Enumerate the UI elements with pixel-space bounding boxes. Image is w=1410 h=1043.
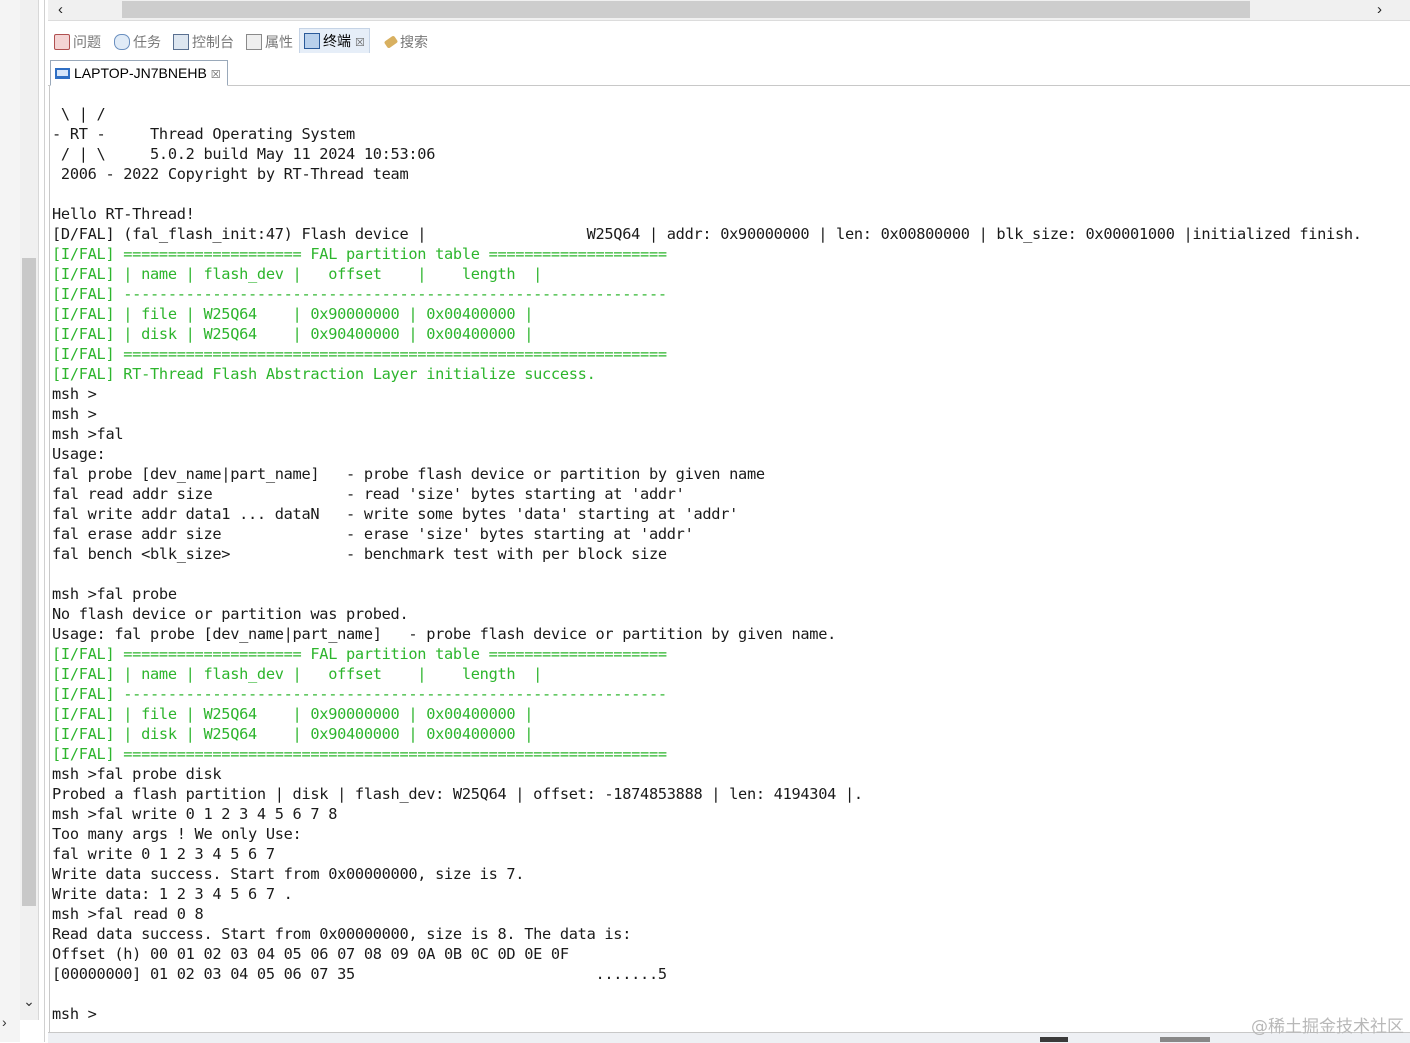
terminal-line: \ | / <box>52 105 106 123</box>
watermark: @稀土掘金技术社区 <box>1251 1017 1404 1037</box>
terminal-session-title: LAPTOP-JN7BNEHB <box>74 65 207 81</box>
tab-search-label: 搜索 <box>400 34 428 50</box>
terminal-line: [I/FAL] | file | W25Q64 | 0x90000000 | 0… <box>52 305 534 323</box>
terminal-line: [I/FAL] --------------------------------… <box>52 685 667 703</box>
vertical-scrollbar[interactable]: ⌄ <box>20 0 39 1020</box>
terminal-line: [I/FAL] RT-Thread Flash Abstraction Laye… <box>52 365 596 383</box>
terminal-line: msh >fal <box>52 425 124 443</box>
terminal-icon <box>304 33 320 50</box>
terminal-line: [I/FAL] | file | W25Q64 | 0x90000000 | 0… <box>52 705 534 723</box>
terminal-line: [D/FAL] (fal_flash_init:47) Flash device… <box>52 225 1362 243</box>
terminal-line: - RT - Thread Operating System <box>52 125 355 143</box>
properties-icon <box>246 34 262 51</box>
terminal-line: Offset (h) 00 01 02 03 04 05 06 07 08 09… <box>52 945 569 963</box>
horizontal-scrollbar-thumb[interactable] <box>122 1 1250 18</box>
vertical-scrollbar-thumb[interactable] <box>22 258 36 906</box>
terminal-line: Too many args ! We only Use: <box>52 825 302 843</box>
terminal-line: fal write addr data1 ... dataN - write s… <box>52 505 739 523</box>
terminal-line: Write data: 1 2 3 4 5 6 7 . <box>52 885 293 903</box>
terminal-line: fal probe [dev_name|part_name] - probe f… <box>52 465 765 483</box>
terminal-line: msh >fal probe disk <box>52 765 222 783</box>
terminal-line: [00000000] 01 02 03 04 05 06 07 35 .....… <box>52 965 667 983</box>
terminal-line: [I/FAL] | disk | W25Q64 | 0x90400000 | 0… <box>52 725 534 743</box>
terminal-line: [I/FAL] ==================== FAL partiti… <box>52 645 667 663</box>
tab-terminal-label: 终端 <box>323 33 351 49</box>
tab-console-label: 控制台 <box>192 34 234 50</box>
terminal-session-tab[interactable]: LAPTOP-JN7BNEHB ☒ <box>50 60 228 86</box>
gutter-divider <box>44 0 45 1042</box>
terminal-line: fal write 0 1 2 3 4 5 6 7 <box>52 845 275 863</box>
scroll-right-arrow-icon[interactable]: › <box>1377 0 1382 20</box>
terminal-line: [I/FAL] ==================== FAL partiti… <box>52 245 667 263</box>
tab-search[interactable]: 搜索 <box>381 30 432 54</box>
terminal-line: msh > <box>52 405 97 423</box>
terminal-tab-strip: LAPTOP-JN7BNEHB ☒ <box>48 59 1410 86</box>
scroll-down-arrow-icon[interactable]: ⌄ <box>20 990 38 1012</box>
left-gutter <box>0 0 20 1042</box>
search-icon <box>383 35 399 50</box>
terminal-line: No flash device or partition was probed. <box>52 605 409 623</box>
terminal-line: Write data success. Start from 0x0000000… <box>52 865 525 883</box>
tab-tasks-label: 任务 <box>133 34 161 50</box>
expand-arrow-icon[interactable]: › <box>2 1014 7 1030</box>
horizontal-scrollbar[interactable] <box>48 0 1410 21</box>
close-icon[interactable]: ☒ <box>355 37 365 49</box>
terminal-line: fal read addr size - read 'size' bytes s… <box>52 485 685 503</box>
terminal-line: msh >fal write 0 1 2 3 4 5 6 7 8 <box>52 805 338 823</box>
terminal-line: [I/FAL] --------------------------------… <box>52 285 667 303</box>
terminal-line: [I/FAL] ================================… <box>52 345 667 363</box>
terminal-line: Usage: fal probe [dev_name|part_name] - … <box>52 625 837 643</box>
console-icon <box>173 34 189 51</box>
terminal-line: [I/FAL] ================================… <box>52 745 667 763</box>
tasks-icon <box>114 34 130 51</box>
scroll-left-arrow-icon[interactable]: ‹ <box>58 0 63 20</box>
terminal-line: msh >fal read 0 8 <box>52 905 204 923</box>
terminal-line: Read data success. Start from 0x00000000… <box>52 925 632 943</box>
terminal-line: Usage: <box>52 445 106 463</box>
terminal-line: / | \ 5.0.2 build May 11 2024 10:53:06 <box>52 145 436 163</box>
tab-properties[interactable]: 属性 <box>242 30 297 54</box>
terminal-line: [I/FAL] | name | flash_dev | offset | le… <box>52 265 543 283</box>
terminal-line: msh >fal probe <box>52 585 177 603</box>
terminal-line: fal erase addr size - erase 'size' bytes… <box>52 525 694 543</box>
close-icon[interactable]: ☒ <box>211 69 221 81</box>
terminal-line: Hello RT-Thread! <box>52 205 195 223</box>
tab-terminal[interactable]: 终端 ☒ <box>299 28 370 53</box>
terminal-line: [I/FAL] | name | flash_dev | offset | le… <box>52 665 543 683</box>
problems-icon <box>54 34 70 51</box>
terminal-text: \ | / - RT - Thread Operating System / | … <box>52 104 1362 1024</box>
monitor-icon <box>55 67 70 79</box>
tab-console[interactable]: 控制台 <box>169 30 238 54</box>
terminal-line: Probed a flash partition | disk | flash_… <box>52 785 863 803</box>
terminal-line: msh > <box>52 385 97 403</box>
tab-properties-label: 属性 <box>265 34 293 50</box>
terminal-line: fal bench <blk_size> - benchmark test wi… <box>52 545 667 563</box>
status-indicator <box>1160 1037 1210 1042</box>
terminal-line: msh > <box>52 1005 97 1023</box>
status-indicator <box>1040 1037 1068 1042</box>
tab-problems-label: 问题 <box>73 34 101 50</box>
terminal-line: [I/FAL] | disk | W25Q64 | 0x90400000 | 0… <box>52 325 534 343</box>
tab-tasks[interactable]: 任务 <box>110 30 165 54</box>
view-tab-bar: 问题 任务 控制台 属性 终端 ☒ 搜索 <box>48 28 1410 58</box>
tab-problems[interactable]: 问题 <box>50 30 105 54</box>
terminal-line: 2006 - 2022 Copyright by RT-Thread team <box>52 165 409 183</box>
terminal-output-area[interactable]: \ | / - RT - Thread Operating System / | … <box>49 86 1410 1032</box>
